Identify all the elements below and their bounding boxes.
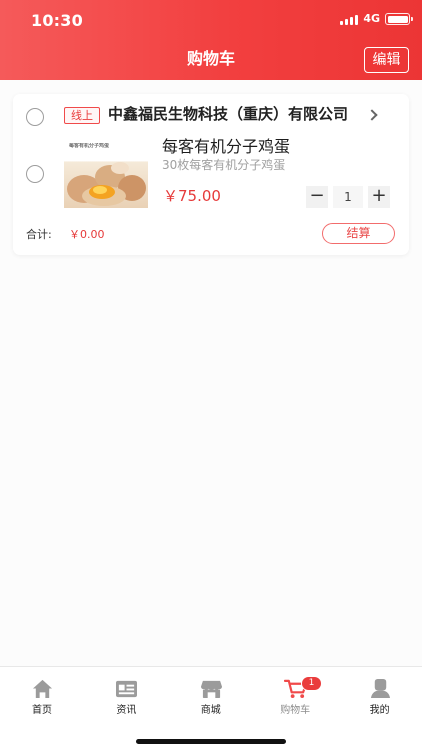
network-label: 4G: [363, 12, 380, 25]
quantity-input[interactable]: 1: [333, 186, 363, 208]
item-select-radio[interactable]: [26, 165, 44, 183]
quantity-stepper: − 1 +: [306, 186, 390, 208]
tab-home-label: 首页: [32, 705, 52, 716]
status-icons: 4G: [340, 12, 413, 25]
tab-news-label: 资讯: [116, 705, 137, 716]
cart-content: 线上 中鑫福民生物科技（重庆）有限公司 每客有机分子鸡蛋 每客有机分子鸡蛋 30…: [0, 80, 422, 666]
news-icon: [116, 680, 138, 698]
quantity-plus-button[interactable]: +: [368, 186, 390, 208]
tab-profile[interactable]: 我的: [338, 667, 422, 727]
product-spec: 30枚每客有机分子鸡蛋: [162, 158, 286, 172]
store-icon: [200, 680, 222, 699]
tab-store[interactable]: 商城: [169, 667, 253, 727]
edit-button[interactable]: 编辑: [364, 47, 409, 73]
product-price: ￥75.00: [163, 187, 221, 205]
home-icon: [32, 679, 53, 699]
total-label: 合计:: [26, 228, 52, 241]
signal-icon: [340, 13, 359, 25]
bottom-tab-bar: 首页 资讯 商城 购物车 1 我的: [0, 666, 422, 750]
profile-icon: [370, 678, 390, 699]
store-name[interactable]: 中鑫福民生物科技（重庆）有限公司: [108, 102, 378, 126]
tab-store-label: 商城: [200, 705, 221, 716]
product-image-label: 每客有机分子鸡蛋: [69, 143, 110, 149]
status-time: 10:30: [31, 11, 83, 30]
cart-store-card: 线上 中鑫福民生物科技（重庆）有限公司 每客有机分子鸡蛋 每客有机分子鸡蛋 30…: [13, 94, 409, 255]
tab-news[interactable]: 资讯: [84, 667, 168, 727]
egg-product-image[interactable]: 每客有机分子鸡蛋: [64, 138, 148, 208]
home-indicator: [136, 739, 286, 744]
cart-count-badge: 1: [302, 677, 321, 690]
product-title[interactable]: 每客有机分子鸡蛋: [162, 136, 290, 158]
tab-cart[interactable]: 购物车: [253, 667, 337, 727]
store-select-radio[interactable]: [26, 108, 44, 126]
top-header: 10:30 4G 购物车 编辑: [0, 0, 422, 80]
tab-home[interactable]: 首页: [0, 667, 84, 727]
page-title: 购物车: [186, 49, 235, 68]
tab-profile-label: 我的: [369, 705, 390, 716]
tab-cart-label: 购物车: [280, 705, 311, 716]
store-online-tag: 线上: [64, 107, 100, 124]
checkout-button[interactable]: 结算: [322, 223, 395, 244]
quantity-minus-button[interactable]: −: [306, 186, 328, 208]
battery-level-icon: [387, 15, 408, 23]
total-value: ￥0.00: [69, 228, 105, 241]
battery-icon: [385, 13, 413, 25]
